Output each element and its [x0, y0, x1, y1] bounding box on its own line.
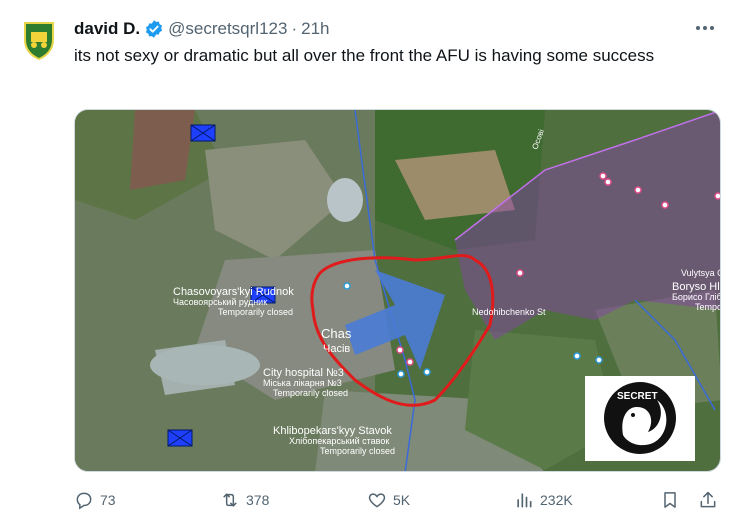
heart-icon [368, 493, 386, 508]
tweet-media-map[interactable]: Chasovoyars'kyi Rudnok Часовоярський руд… [74, 109, 721, 472]
more-options-button[interactable] [693, 16, 717, 40]
views-chart-icon [517, 493, 532, 508]
map-label: Temporarily closed [273, 388, 348, 398]
separator-dot: · [291, 19, 298, 38]
more-dot-icon [710, 26, 714, 30]
map-label: Борисо Глібс [672, 292, 721, 302]
reply-button[interactable]: 73 [74, 485, 116, 515]
map-label: Temporarily closed [218, 307, 293, 317]
repost-count: 378 [246, 492, 270, 508]
satellite-map-image: Chasovoyars'kyi Rudnok Часовоярський руд… [75, 110, 721, 471]
more-dot-icon [696, 26, 700, 30]
reply-count: 73 [100, 492, 116, 508]
author-handle[interactable]: @secretsqrl123 [168, 19, 287, 39]
map-label: Tempo [695, 302, 721, 312]
verified-badge-icon [146, 20, 163, 38]
map-label: Хлібопекарський ставок [289, 436, 389, 446]
repost-icon [223, 493, 237, 507]
like-count: 5K [393, 492, 411, 508]
author-name[interactable]: david D. [74, 19, 140, 39]
bookmark-button[interactable] [660, 485, 680, 515]
shield-crest-icon [24, 22, 54, 61]
share-icon [700, 491, 716, 508]
map-label: Часовоярський рудник [173, 297, 267, 307]
tweet-actions: 73 378 5K 232K [74, 485, 724, 515]
reply-icon [76, 492, 92, 510]
map-label: Chas [321, 326, 352, 341]
views-button[interactable]: 232K [514, 485, 573, 515]
avatar[interactable] [22, 20, 56, 61]
map-label: Vulytsya O [681, 268, 721, 278]
unit-marker [167, 429, 193, 447]
repost-button[interactable]: 378 [220, 485, 269, 515]
map-label: Часів [323, 343, 350, 355]
secret-squirrel-logo: SECRET [585, 376, 695, 461]
map-label: Міська лікарня №3 [263, 378, 342, 388]
map-label: Nedohibchenko St [472, 307, 546, 317]
tweet-header: david D. @secretsqrl123 · 21h [74, 16, 717, 42]
share-button[interactable] [698, 485, 718, 515]
map-label: Temporarily closed [320, 446, 395, 456]
like-button[interactable]: 5K [367, 485, 410, 515]
tweet-text: its not sexy or dramatic but all over th… [74, 46, 655, 65]
bookmark-icon [664, 492, 676, 508]
svg-text:SECRET: SECRET [617, 391, 658, 402]
views-count: 232K [540, 492, 573, 508]
tweet-time[interactable]: 21h [301, 19, 329, 39]
more-dot-icon [703, 26, 707, 30]
unit-marker [190, 124, 216, 142]
